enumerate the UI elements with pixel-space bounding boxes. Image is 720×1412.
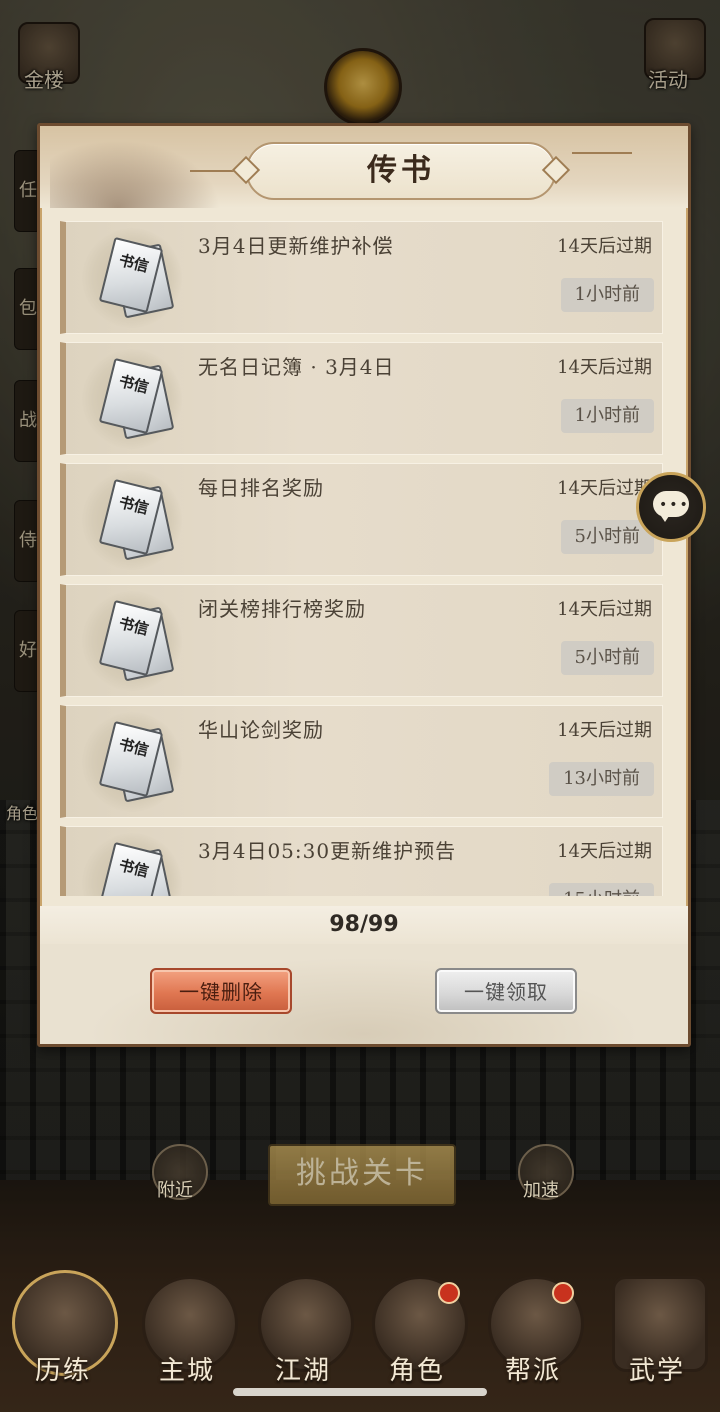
nav-label: 武学 [628, 1356, 685, 1386]
nearby-label: 附近 [157, 1180, 193, 1201]
letter-icon-text: 书信 [117, 734, 151, 760]
mail-item[interactable]: 书信 3月4日05:30更新维护预告 14天后过期 15小时前 [60, 826, 663, 896]
mail-time-badge: 5小时前 [560, 641, 654, 675]
mail-title: 华山论剑奖励 [198, 718, 324, 742]
dialog-title: 传书 [367, 153, 435, 188]
mail-item[interactable]: 书信 3月4日更新维护补偿 14天后过期 1小时前 [60, 221, 663, 334]
mail-list[interactable]: 书信 3月4日更新维护补偿 14天后过期 1小时前 书信 无名日记簿 · 3月4… [60, 221, 665, 896]
mountain-decoration [50, 140, 220, 208]
nav-martial-arts[interactable]: 武学 [602, 1266, 712, 1406]
letter-icon-text: 书信 [117, 855, 151, 881]
delete-all-button[interactable]: 一键删除 [150, 968, 292, 1014]
mail-expire: 14天后过期 [557, 357, 652, 378]
mail-item[interactable]: 书信 华山论剑奖励 14天后过期 13小时前 [60, 705, 663, 818]
letter-icon: 书信 [82, 228, 182, 328]
dialog-header: 传书 [40, 126, 688, 208]
letter-icon: 书信 [82, 712, 182, 812]
mail-counter: 98/99 [40, 906, 688, 944]
letter-icon-text: 书信 [117, 613, 151, 639]
nav-label: 角色 [388, 1356, 445, 1386]
notification-dot [438, 1282, 460, 1304]
title-plaque: 传书 [246, 142, 556, 200]
mail-item[interactable]: 书信 每日排名奖励 14天后过期 5小时前 [60, 463, 663, 576]
chat-icon: ••• [653, 491, 690, 522]
letter-icon: 书信 [82, 470, 182, 570]
letter-icon-text: 书信 [117, 250, 151, 276]
mail-expire: 14天后过期 [557, 236, 652, 257]
letter-icon: 书信 [82, 833, 182, 896]
mail-title: 3月4日更新维护补偿 [198, 234, 394, 258]
notification-dot [552, 1282, 574, 1304]
chat-dots: ••• [659, 497, 690, 513]
nav-label: 帮派 [504, 1356, 561, 1386]
cloud-ornament-right [572, 152, 632, 154]
letter-icon-text: 书信 [117, 492, 151, 518]
mail-title: 无名日记簿 · 3月4日 [198, 355, 395, 379]
nav-label: 江湖 [274, 1356, 331, 1386]
mail-time-badge: 13小时前 [549, 762, 654, 796]
mail-time-badge: 1小时前 [560, 278, 654, 312]
mail-expire: 14天后过期 [557, 841, 652, 862]
letter-icon: 书信 [82, 591, 182, 691]
mail-time-badge: 5小时前 [560, 520, 654, 554]
dialog-footer [40, 944, 688, 1044]
nav-label: 主城 [158, 1356, 215, 1386]
mail-item[interactable]: 书信 闭关榜排行榜奖励 14天后过期 5小时前 [60, 584, 663, 697]
nav-training[interactable]: 历练 [8, 1266, 118, 1406]
letter-icon: 书信 [82, 349, 182, 449]
challenge-stage-button[interactable]: 挑战关卡 [268, 1144, 456, 1206]
mail-dialog: 传书 书信 3月4日更新维护补偿 14天后过期 1小时前 书信 无名日记簿 · … [37, 123, 691, 1047]
mail-time-badge: 15小时前 [549, 883, 654, 896]
speedup-label: 加速 [523, 1180, 559, 1201]
chat-bubble-button[interactable]: ••• [636, 472, 706, 542]
mail-title: 3月4日05:30更新维护预告 [198, 839, 457, 863]
letter-icon-text: 书信 [117, 371, 151, 397]
home-indicator[interactable] [233, 1388, 487, 1396]
mail-title: 每日排名奖励 [198, 476, 324, 500]
collect-all-button[interactable]: 一键领取 [435, 968, 577, 1014]
nav-label: 历练 [34, 1356, 91, 1386]
mail-expire: 14天后过期 [557, 720, 652, 741]
nav-jianghu[interactable]: 江湖 [248, 1266, 358, 1406]
nav-main-city[interactable]: 主城 [132, 1266, 242, 1406]
mail-title: 闭关榜排行榜奖励 [198, 597, 366, 621]
nav-guild[interactable]: 帮派 [478, 1266, 588, 1406]
mail-time-badge: 1小时前 [560, 399, 654, 433]
mail-expire: 14天后过期 [557, 599, 652, 620]
mail-item[interactable]: 书信 无名日记簿 · 3月4日 14天后过期 1小时前 [60, 342, 663, 455]
nav-character[interactable]: 角色 [362, 1266, 472, 1406]
